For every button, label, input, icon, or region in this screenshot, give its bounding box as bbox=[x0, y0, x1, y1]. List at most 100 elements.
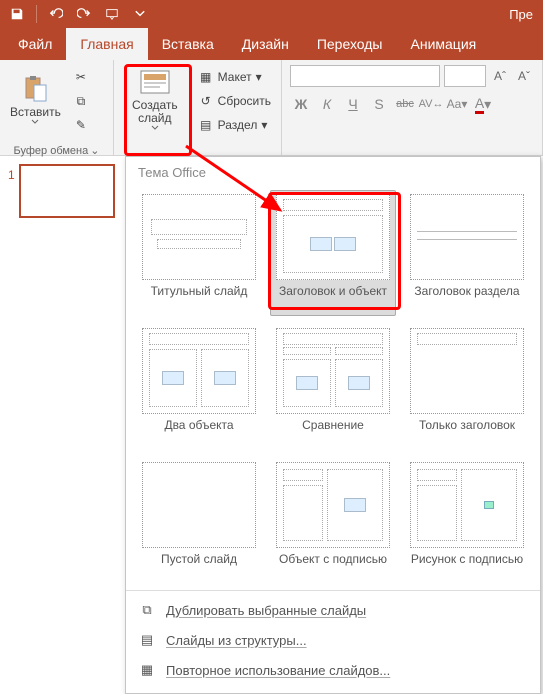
layout-grid: Титульный слайд Заголовок и объект Загол… bbox=[126, 184, 540, 590]
layout-section-header[interactable]: Заголовок раздела bbox=[404, 190, 530, 316]
outline-icon: ▤ bbox=[138, 631, 156, 649]
redo-icon bbox=[77, 7, 91, 21]
layout-label: Сравнение bbox=[302, 418, 364, 446]
layout-preview bbox=[276, 462, 390, 548]
quick-access-toolbar bbox=[4, 3, 153, 25]
layout-preview bbox=[276, 328, 390, 414]
tab-home[interactable]: Главная bbox=[66, 28, 147, 60]
group-slides-label bbox=[114, 151, 281, 155]
copy-icon: ⧉ bbox=[73, 93, 89, 109]
layout-label: Заголовок раздела bbox=[414, 284, 519, 312]
layout-preview bbox=[410, 462, 524, 548]
change-case-button[interactable]: Aa▾ bbox=[446, 93, 468, 115]
cut-icon: ✂ bbox=[73, 69, 89, 85]
reuse-slides-item[interactable]: ▦ Повторное использование слайдов... bbox=[126, 655, 540, 685]
layout-blank[interactable]: Пустой слайд bbox=[136, 458, 262, 584]
font-size-combo[interactable] bbox=[444, 65, 486, 87]
new-slide-icon bbox=[140, 70, 170, 94]
chevron-down-icon: ▾ bbox=[261, 118, 267, 132]
italic-button[interactable]: К bbox=[316, 93, 338, 115]
tab-animation[interactable]: Анимация bbox=[397, 28, 491, 60]
chevron-down-icon bbox=[133, 7, 147, 21]
dropdown-theme-header: Тема Office bbox=[126, 157, 540, 184]
slide-number: 1 bbox=[8, 164, 15, 182]
tab-file[interactable]: Файл bbox=[4, 28, 66, 60]
dropdown-actions: ⧉ Дублировать выбранные слайды ▤ Слайды … bbox=[126, 590, 540, 689]
slide-thumbnail[interactable] bbox=[19, 164, 115, 218]
group-slides: Создать слайд ▦Макет ▾ ↺Сбросить ▤Раздел… bbox=[114, 60, 282, 155]
redo-button[interactable] bbox=[71, 3, 97, 25]
layout-button[interactable]: ▦Макет ▾ bbox=[194, 66, 275, 88]
layout-label: Титульный слайд bbox=[151, 284, 248, 312]
ribbon-tabs: Файл Главная Вставка Дизайн Переходы Ани… bbox=[0, 28, 543, 60]
undo-button[interactable] bbox=[43, 3, 69, 25]
reset-button[interactable]: ↺Сбросить bbox=[194, 90, 275, 112]
layout-title-only[interactable]: Только заголовок bbox=[404, 324, 530, 450]
bold-button[interactable]: Ж bbox=[290, 93, 312, 115]
layout-comparison[interactable]: Сравнение bbox=[270, 324, 396, 450]
reuse-label: Повторное использование слайдов... bbox=[166, 663, 390, 678]
new-slide-label: Создать слайд bbox=[124, 99, 186, 125]
section-button[interactable]: ▤Раздел ▾ bbox=[194, 114, 275, 136]
save-button[interactable] bbox=[4, 3, 30, 25]
paste-icon bbox=[22, 75, 48, 103]
duplicate-icon: ⧉ bbox=[138, 601, 156, 619]
duplicate-label: Дублировать выбранные слайды bbox=[166, 603, 366, 618]
separator bbox=[36, 5, 37, 23]
tab-design[interactable]: Дизайн bbox=[228, 28, 303, 60]
section-icon: ▤ bbox=[198, 117, 214, 133]
layout-title-content[interactable]: Заголовок и объект bbox=[270, 190, 396, 316]
group-font: Aˆ Aˇ Ж К Ч S abc AV↔ Aa▾ A▾ bbox=[282, 60, 543, 155]
undo-icon bbox=[49, 7, 63, 21]
title-bar: Пре bbox=[0, 0, 543, 28]
reuse-icon: ▦ bbox=[138, 661, 156, 679]
duplicate-slides-item[interactable]: ⧉ Дублировать выбранные слайды bbox=[126, 595, 540, 625]
reset-icon: ↺ bbox=[198, 93, 214, 109]
layout-two-content[interactable]: Два объекта bbox=[136, 324, 262, 450]
tab-insert[interactable]: Вставка bbox=[148, 28, 228, 60]
qat-customize[interactable] bbox=[127, 3, 153, 25]
slideshow-icon bbox=[105, 7, 119, 21]
chevron-down-icon bbox=[151, 125, 159, 130]
shadow-button[interactable]: S bbox=[368, 93, 390, 115]
slide-thumbnail-row[interactable]: 1 bbox=[0, 164, 129, 218]
layout-label: Два объекта bbox=[164, 418, 233, 446]
brush-icon: ✎ bbox=[73, 117, 89, 133]
slideshow-button[interactable] bbox=[99, 3, 125, 25]
tab-transitions[interactable]: Переходы bbox=[303, 28, 397, 60]
layout-preview bbox=[142, 462, 256, 548]
grow-font-button[interactable]: Aˆ bbox=[490, 66, 510, 86]
copy-button[interactable]: ⧉ bbox=[69, 90, 93, 112]
layout-label: Заголовок и объект bbox=[279, 284, 387, 312]
paste-label: Вставить bbox=[10, 106, 61, 119]
shrink-font-button[interactable]: Aˇ bbox=[514, 66, 534, 86]
save-icon bbox=[10, 7, 24, 21]
layout-preview bbox=[410, 194, 524, 280]
layout-preview bbox=[410, 328, 524, 414]
chevron-down-icon bbox=[31, 119, 39, 124]
layout-label: Объект с подписью bbox=[279, 552, 387, 580]
layout-picture-caption[interactable]: Рисунок с подписью bbox=[404, 458, 530, 584]
underline-button[interactable]: Ч bbox=[342, 93, 364, 115]
layout-content-caption[interactable]: Объект с подписью bbox=[270, 458, 396, 584]
cut-button[interactable]: ✂ bbox=[69, 66, 93, 88]
strike-button[interactable]: abc bbox=[394, 93, 416, 115]
layout-title-slide[interactable]: Титульный слайд bbox=[136, 190, 262, 316]
font-color-button[interactable]: A▾ bbox=[472, 93, 494, 115]
slide-thumbnail-panel: 1 bbox=[0, 156, 130, 657]
format-painter-button[interactable]: ✎ bbox=[69, 114, 93, 136]
outline-label: Слайды из структуры... bbox=[166, 633, 307, 648]
layout-label: Рисунок с подписью bbox=[411, 552, 523, 580]
layout-label: Только заголовок bbox=[419, 418, 515, 446]
layout-icon: ▦ bbox=[198, 69, 214, 85]
window-title: Пре bbox=[153, 7, 539, 22]
slides-from-outline-item[interactable]: ▤ Слайды из структуры... bbox=[126, 625, 540, 655]
paste-button[interactable]: Вставить bbox=[4, 64, 67, 134]
layout-preview bbox=[276, 194, 390, 280]
group-clipboard: Вставить ✂ ⧉ ✎ Буфер обмена ⌄ bbox=[0, 60, 114, 155]
font-name-combo[interactable] bbox=[290, 65, 440, 87]
chevron-down-icon: ▾ bbox=[256, 70, 262, 84]
spacing-button[interactable]: AV↔ bbox=[420, 93, 442, 115]
new-slide-button[interactable]: Создать слайд bbox=[118, 64, 192, 134]
layout-label: Пустой слайд bbox=[161, 552, 237, 580]
